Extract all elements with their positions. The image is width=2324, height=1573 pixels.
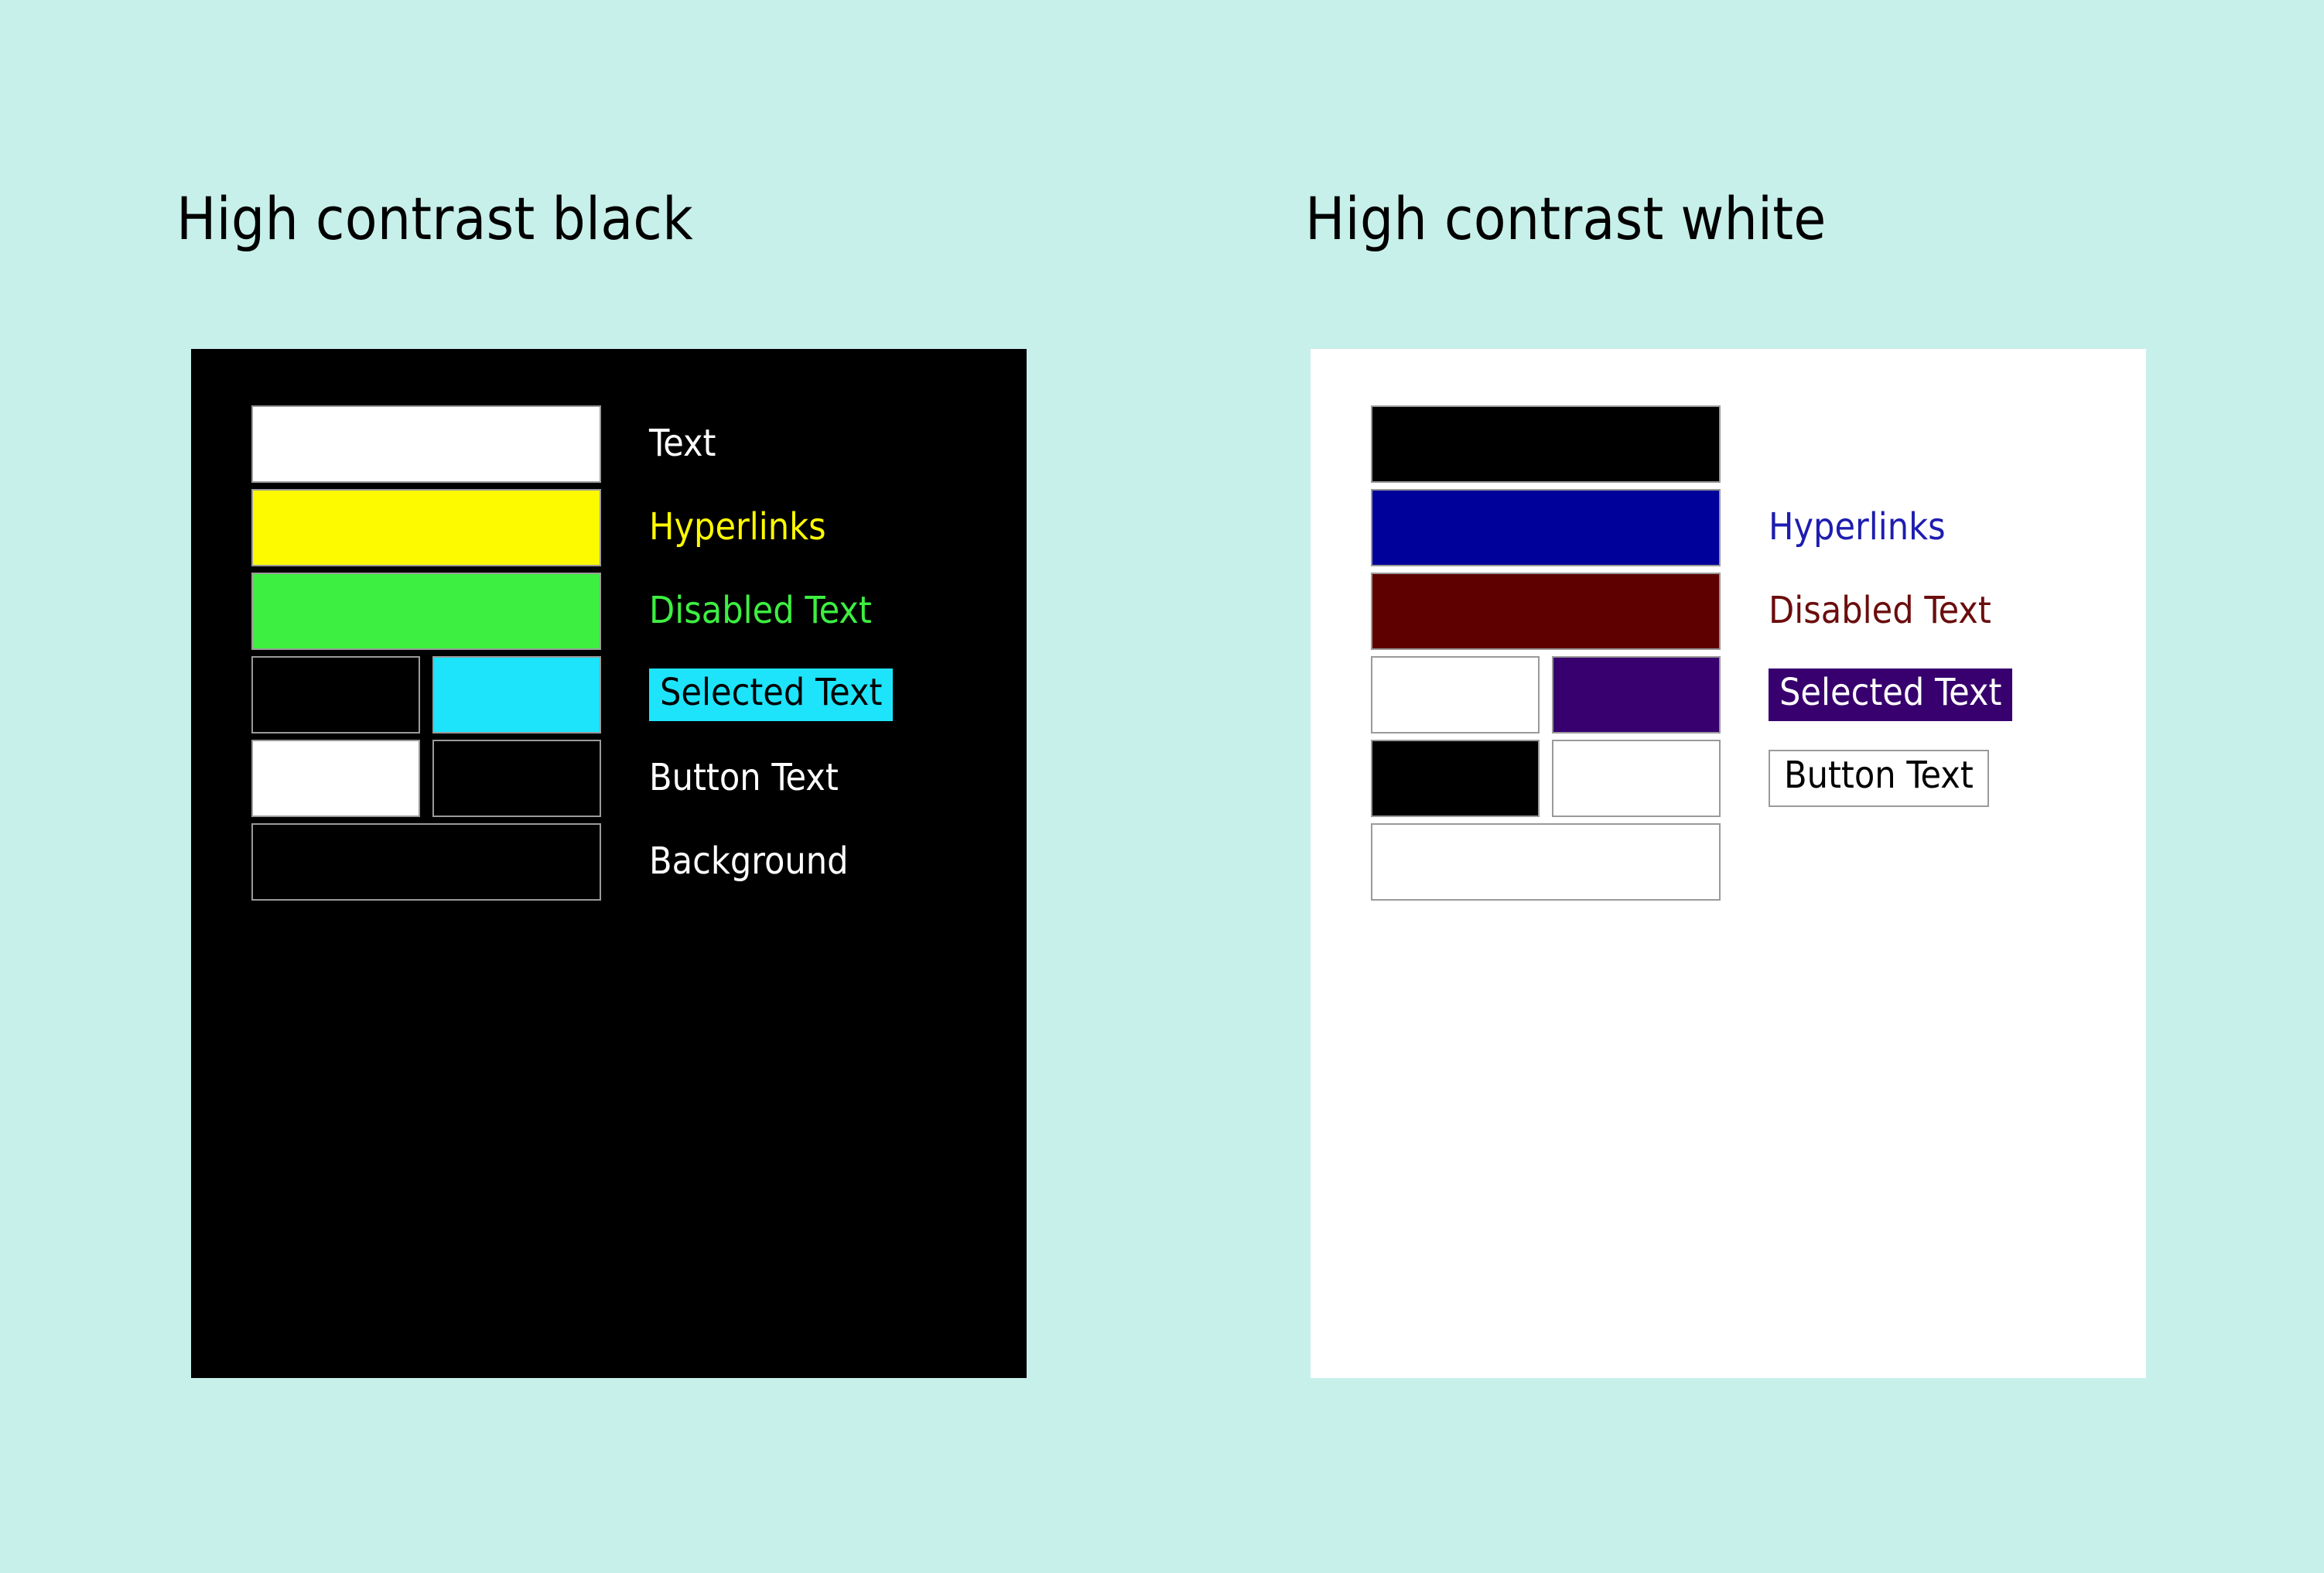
swatch-row-selected-text bbox=[1371, 656, 1721, 733]
swatch-row-background bbox=[251, 823, 601, 901]
swatch-selected-text-background[interactable] bbox=[1552, 656, 1721, 733]
swatch-row-button-text bbox=[251, 740, 601, 817]
label-row-hyperlinks: Hyperlinks bbox=[649, 489, 1013, 566]
label-button-text: Button Text bbox=[649, 756, 839, 800]
swatch-button-text-background[interactable] bbox=[1552, 740, 1721, 817]
swatch-hyperlinks[interactable] bbox=[251, 489, 601, 566]
label-background: Background bbox=[649, 840, 849, 884]
swatch-row-hyperlinks bbox=[251, 489, 601, 566]
label-row-background bbox=[1769, 823, 2132, 901]
label-disabled-text: Disabled Text bbox=[649, 589, 872, 633]
label-row-background: Background bbox=[649, 823, 1013, 901]
swatch-row-text bbox=[1371, 405, 1721, 483]
label-row-disabled-text: Disabled Text bbox=[649, 573, 1013, 650]
label-row-selected-text: Selected Text bbox=[1769, 656, 2132, 733]
swatch-row-disabled-text bbox=[251, 573, 601, 650]
label-row-text: Text bbox=[649, 405, 1013, 483]
swatch-selected-text-foreground[interactable] bbox=[1371, 656, 1540, 733]
swatch-row-background bbox=[1371, 823, 1721, 901]
swatch-selected-text-foreground[interactable] bbox=[251, 656, 420, 733]
label-row-selected-text: Selected Text bbox=[649, 656, 1013, 733]
swatch-hyperlinks[interactable] bbox=[1371, 489, 1721, 566]
swatch-row-selected-text bbox=[251, 656, 601, 733]
swatch-column-white bbox=[1371, 405, 1721, 907]
label-selected-text: Selected Text bbox=[649, 669, 894, 721]
label-column-white: Hyperlinks Disabled Text Selected Text B… bbox=[1769, 405, 2132, 907]
label-button-text[interactable]: Button Text bbox=[1769, 750, 1989, 807]
label-row-text bbox=[1769, 405, 2132, 483]
color-palette-panel-black: Text Hyperlinks Disabled Text Selected T… bbox=[191, 349, 1027, 1378]
swatch-button-text-foreground[interactable] bbox=[251, 740, 420, 817]
label-disabled-text: Disabled Text bbox=[1769, 589, 1991, 633]
swatch-text[interactable] bbox=[251, 405, 601, 483]
section-title-high-contrast-white: High contrast white bbox=[1305, 184, 1827, 253]
swatch-disabled-text[interactable] bbox=[251, 573, 601, 650]
swatch-text[interactable] bbox=[1371, 405, 1721, 483]
swatch-button-text-foreground[interactable] bbox=[1371, 740, 1540, 817]
label-text: Text bbox=[649, 422, 716, 466]
label-hyperlinks: Hyperlinks bbox=[649, 505, 826, 549]
label-selected-text: Selected Text bbox=[1769, 669, 2013, 721]
label-row-button-text: Button Text bbox=[649, 740, 1013, 817]
swatch-selected-text-background[interactable] bbox=[432, 656, 601, 733]
swatch-row-button-text bbox=[1371, 740, 1721, 817]
swatch-background[interactable] bbox=[251, 823, 601, 901]
swatch-disabled-text[interactable] bbox=[1371, 573, 1721, 650]
label-row-hyperlinks: Hyperlinks bbox=[1769, 489, 2132, 566]
swatch-background[interactable] bbox=[1371, 823, 1721, 901]
section-title-high-contrast-black: High contrast black bbox=[176, 184, 693, 253]
swatch-row-hyperlinks bbox=[1371, 489, 1721, 566]
swatch-row-disabled-text bbox=[1371, 573, 1721, 650]
label-row-disabled-text: Disabled Text bbox=[1769, 573, 2132, 650]
label-column-black: Text Hyperlinks Disabled Text Selected T… bbox=[649, 405, 1013, 907]
swatch-column-black bbox=[251, 405, 601, 907]
label-row-button-text: Button Text bbox=[1769, 740, 2132, 817]
color-palette-panel-white: Hyperlinks Disabled Text Selected Text B… bbox=[1311, 349, 2146, 1378]
label-hyperlinks: Hyperlinks bbox=[1769, 505, 1946, 549]
swatch-row-text bbox=[251, 405, 601, 483]
swatch-button-text-background[interactable] bbox=[432, 740, 601, 817]
